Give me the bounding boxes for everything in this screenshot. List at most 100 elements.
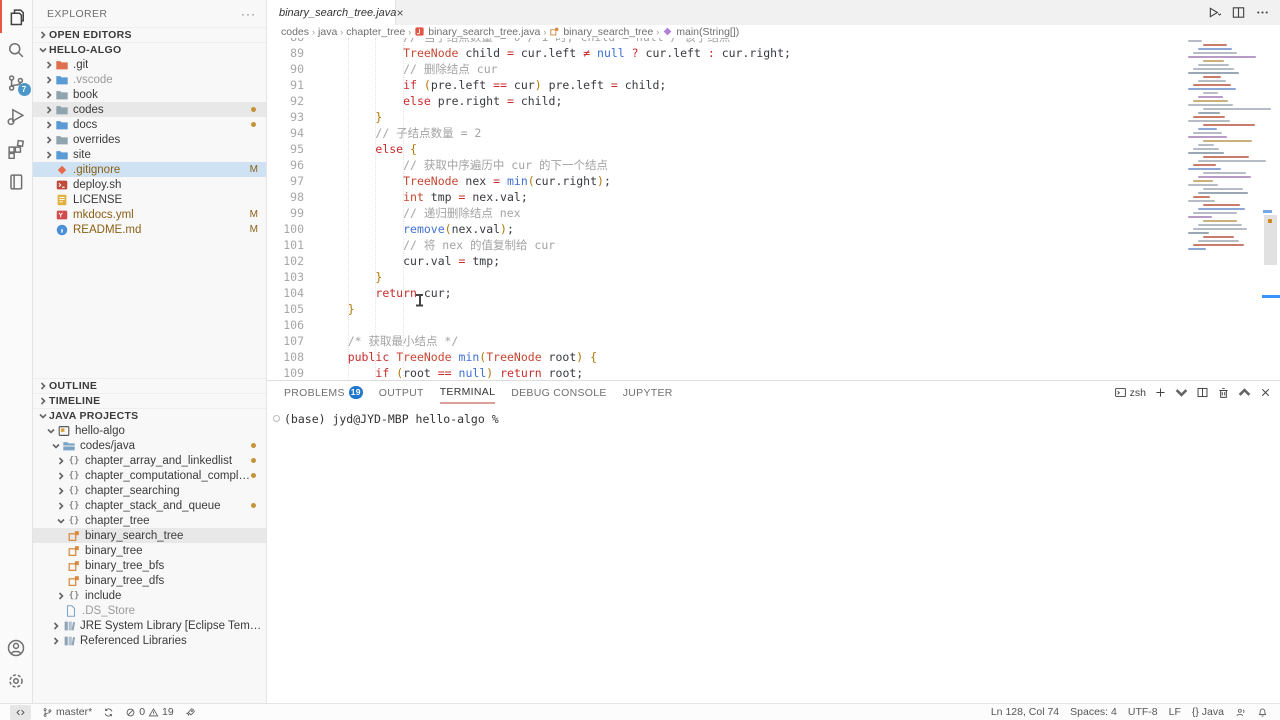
java-item-binary-tree[interactable]: binary_tree — [33, 543, 266, 558]
close-panel-button[interactable] — [1259, 386, 1272, 399]
split-editor-button[interactable] — [1231, 5, 1246, 20]
section-outline[interactable]: OUTLINE — [33, 378, 266, 393]
chevron-right-icon[interactable] — [50, 622, 62, 630]
liveshare-status[interactable] — [1235, 707, 1246, 718]
breadcrumb-item[interactable]: main(String[]) — [662, 26, 739, 38]
terminal[interactable]: (base) jyd@JYD-MBP hello-algo % — [267, 404, 1280, 703]
explorer-item-docs[interactable]: docs — [33, 117, 266, 132]
chevron-right-icon[interactable] — [55, 502, 67, 510]
java-item-binary-tree-bfs[interactable]: binary_tree_bfs — [33, 558, 266, 573]
activitybar-account[interactable] — [0, 631, 33, 664]
terminal-dropdown-button[interactable] — [1175, 386, 1188, 399]
chevron-right-icon[interactable] — [43, 91, 55, 99]
encoding[interactable]: UTF-8 — [1128, 706, 1158, 718]
section-timeline[interactable]: TIMELINE — [33, 393, 266, 408]
panel-tab-terminal[interactable]: TERMINAL — [440, 381, 496, 404]
git-branch-status[interactable]: master* — [42, 706, 92, 718]
chevron-down-icon[interactable] — [55, 517, 67, 525]
sync-status[interactable] — [103, 707, 114, 718]
explorer-item--vscode[interactable]: .vscode — [33, 72, 266, 87]
chevron-right-icon[interactable] — [43, 106, 55, 114]
explorer-item-mkdocs-yml[interactable]: mkdocs.ymlM — [33, 207, 266, 222]
problems-status[interactable]: 019 — [125, 706, 174, 718]
chevron-right-icon[interactable] — [55, 472, 67, 480]
java-item-chapter-tree[interactable]: {}chapter_tree — [33, 513, 266, 528]
chevron-down-icon[interactable] — [45, 427, 57, 435]
new-terminal-button[interactable] — [1154, 386, 1167, 399]
explorer-item-deploy-sh[interactable]: deploy.sh — [33, 177, 266, 192]
activitybar-explorer[interactable] — [0, 0, 33, 33]
line-number: 89 — [267, 45, 304, 61]
explorer-item-site[interactable]: site — [33, 147, 266, 162]
java-item-binary-tree-dfs[interactable]: binary_tree_dfs — [33, 573, 266, 588]
panel-tab-problems[interactable]: PROBLEMS19 — [284, 381, 363, 404]
breadcrumb-item[interactable]: java — [318, 26, 337, 38]
java-launch-status[interactable] — [185, 707, 196, 718]
panel-tab-jupyter[interactable]: JUPYTER — [623, 381, 673, 404]
java-item-binary-search-tree[interactable]: binary_search_tree — [33, 528, 266, 543]
sidebar-title-row: EXPLORER ··· — [33, 0, 266, 27]
chevron-right-icon[interactable] — [43, 121, 55, 129]
explorer-item-license[interactable]: LICENSE — [33, 192, 266, 207]
line-number: 91 — [267, 77, 304, 93]
tab-close-icon[interactable]: × — [396, 6, 403, 20]
section-hello-algo[interactable]: HELLO-ALGO — [33, 42, 266, 57]
tab-binary-search-tree[interactable]: binary_search_tree.java × — [267, 0, 396, 25]
eol[interactable]: LF — [1169, 706, 1181, 718]
chevron-right-icon[interactable] — [55, 487, 67, 495]
java-item-codes-java[interactable]: codes/java — [33, 438, 266, 453]
java-item-jre-system-library-eclipse-temurin-17-17-[interactable]: JRE System Library [Eclipse Temurin 17 [… — [33, 618, 266, 633]
activitybar-notebook[interactable] — [0, 165, 33, 198]
kill-terminal-button[interactable] — [1217, 386, 1230, 399]
chevron-right-icon[interactable] — [43, 136, 55, 144]
section-open-editors[interactable]: OPEN EDITORS — [33, 27, 266, 42]
notifications-bell[interactable] — [1257, 707, 1268, 718]
activitybar-search[interactable] — [0, 33, 33, 66]
java-item-include[interactable]: {}include — [33, 588, 266, 603]
java-item--ds-store[interactable]: .DS_Store — [33, 603, 266, 618]
java-item-referenced-libraries[interactable]: Referenced Libraries — [33, 633, 266, 648]
explorer-item--gitignore[interactable]: .gitignoreM — [33, 162, 266, 177]
explorer-item-book[interactable]: book — [33, 87, 266, 102]
java-item-chapter-searching[interactable]: {}chapter_searching — [33, 483, 266, 498]
indentation[interactable]: Spaces: 4 — [1070, 706, 1117, 718]
sidebar-more-actions-icon[interactable]: ··· — [241, 7, 256, 21]
maximize-panel-button[interactable] — [1238, 386, 1251, 399]
cursor-position[interactable]: Ln 128, Col 74 — [991, 706, 1059, 718]
split-terminal-button[interactable] — [1196, 386, 1209, 399]
java-item-hello-algo[interactable]: hello-algo — [33, 423, 266, 438]
terminal-shell-selector[interactable]: zsh — [1114, 386, 1146, 399]
explorer-item-readme-md[interactable]: README.mdM — [33, 222, 266, 237]
chevron-right-icon[interactable] — [43, 151, 55, 159]
run-button[interactable] — [1207, 5, 1222, 20]
activitybar-settings[interactable] — [0, 664, 33, 697]
chevron-right-icon[interactable] — [43, 61, 55, 69]
breadcrumb-item[interactable]: chapter_tree — [346, 26, 405, 38]
editor-scrollbar[interactable] — [1262, 38, 1280, 380]
more-actions-button[interactable] — [1255, 5, 1270, 20]
panel-tab-output[interactable]: OUTPUT — [379, 381, 424, 404]
chevron-right-icon[interactable] — [43, 76, 55, 84]
java-item-chapter-stack-and-queue[interactable]: {}chapter_stack_and_queue — [33, 498, 266, 513]
chevron-right-icon[interactable] — [55, 457, 67, 465]
minimap[interactable] — [1188, 38, 1262, 380]
explorer-item--git[interactable]: .git — [33, 57, 266, 72]
java-item-chapter-array-and-linkedlist[interactable]: {}chapter_array_and_linkedlist — [33, 453, 266, 468]
language-mode[interactable]: {} Java — [1192, 706, 1224, 718]
panel-tab-debug-console[interactable]: DEBUG CONSOLE — [511, 381, 607, 404]
activitybar-extensions[interactable] — [0, 132, 33, 165]
explorer-item-overrides[interactable]: overrides — [33, 132, 266, 147]
explorer-item-codes[interactable]: codes — [33, 102, 266, 117]
breadcrumb-item[interactable]: binary_search_tree.java — [414, 26, 540, 38]
java-item-chapter-computational-complexity[interactable]: {}chapter_computational_complexity — [33, 468, 266, 483]
chevron-right-icon[interactable] — [55, 592, 67, 600]
section-java-projects[interactable]: JAVA PROJECTS — [33, 408, 266, 423]
remote-indicator[interactable] — [10, 705, 31, 720]
activitybar-source-control[interactable]: 7 — [0, 66, 33, 99]
chevron-down-icon[interactable] — [50, 442, 62, 450]
breadcrumb-item[interactable]: codes — [281, 26, 309, 38]
activitybar-run-debug[interactable] — [0, 99, 33, 132]
chevron-right-icon[interactable] — [50, 637, 62, 645]
breadcrumb-item[interactable]: binary_search_tree — [549, 26, 653, 38]
code-editor[interactable]: 8889909192939495969798991001011021031041… — [267, 38, 1280, 380]
